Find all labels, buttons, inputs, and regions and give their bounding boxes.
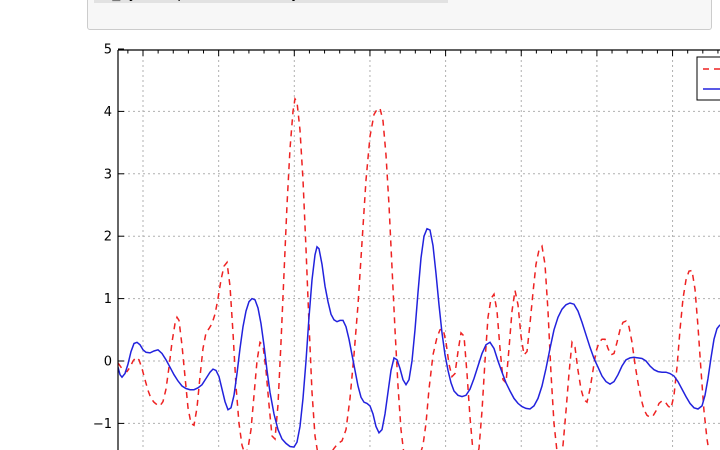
- code-token: ,: [372, 0, 388, 2]
- y-tick-label: 0: [104, 355, 112, 370]
- code-line-2: bk_cycles.plot(ax=ax, style=['r--', 'b-'…: [94, 0, 448, 3]
- gridlines: [118, 50, 720, 450]
- chart-canvas: 5 4 3 2 1 0 −1: [0, 32, 720, 450]
- axes-spines: [118, 50, 720, 450]
- y-tick-label: 2: [104, 230, 112, 245]
- code-token: 'b-': [389, 0, 422, 2]
- y-tick-label: 5: [104, 43, 112, 58]
- plot-series-group: [118, 99, 720, 450]
- axis-ticks: [118, 49, 718, 423]
- code-token: 'r--': [332, 0, 373, 2]
- code-line-2-text: bk_cycles.plot(ax=ax, style=['r--', 'b-'…: [94, 0, 448, 3]
- code-token: bk_cycles.plot(ax=ax, style=[: [96, 0, 332, 2]
- figure-output: 5 4 3 2 1 0 −1: [0, 32, 720, 450]
- legend-box: [697, 57, 720, 100]
- y-axis-tick-labels: 5 4 3 2 1 0 −1: [93, 43, 112, 432]
- y-tick-label: 1: [104, 292, 112, 307]
- code-cell[interactable]: ax = fig.add_subplot(111) bk_cycles.plot…: [87, 0, 712, 30]
- y-tick-label: 4: [104, 105, 112, 120]
- series-blue-solid-path: [118, 229, 720, 447]
- y-tick-label: −1: [93, 417, 112, 432]
- code-token: ]);: [421, 0, 445, 2]
- y-tick-label: 3: [104, 167, 112, 182]
